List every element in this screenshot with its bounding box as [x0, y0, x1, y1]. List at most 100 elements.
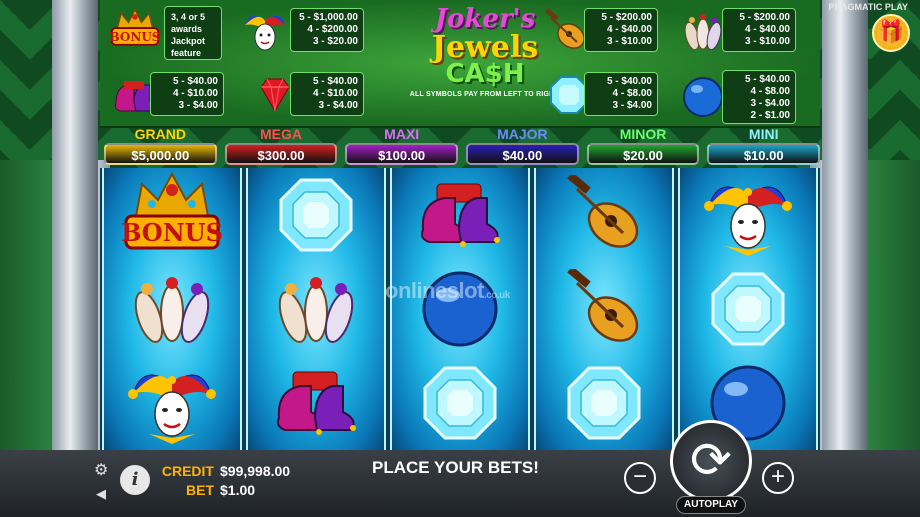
bowling-pins-paytable-icon: [678, 8, 728, 54]
bonus-text-1: 3, 4 or 5: [171, 12, 206, 22]
jackpot-value: $300.00: [224, 143, 338, 165]
left-pillar: [52, 0, 98, 460]
brand-label: PRAGMATIC PLAY: [828, 2, 908, 12]
gift-icon[interactable]: 🎁: [872, 14, 910, 52]
pins-pay-3: 3 - $10.00: [744, 36, 790, 47]
decrease-bet-button[interactable]: −: [624, 462, 656, 494]
lute-paytable-icon: [540, 8, 590, 54]
ball-pay-3: 3 - $4.00: [750, 98, 790, 109]
bowling-pins-icon: [104, 262, 240, 356]
spin-button[interactable]: ⟳: [670, 420, 752, 502]
joker-pay-5: 5 - $1,000.00: [299, 12, 358, 23]
joker-icon: [104, 356, 240, 450]
diamond-icon: [536, 356, 672, 450]
info-button[interactable]: i: [120, 465, 150, 495]
reel-1: BONUS: [102, 168, 242, 450]
jackpot-bar: GRAND $5,000.00 MEGA $300.00 MAXI $100.00 MAJO…: [104, 126, 821, 168]
autoplay-button[interactable]: AUTOPLAY: [676, 496, 746, 514]
credit-label: CREDIT: [161, 463, 214, 479]
shoes-pay-5: 5 - $40.00: [172, 76, 218, 87]
pins-paytable-box: 5 - $200.00 4 - $40.00 3 - $10.00: [722, 8, 796, 52]
lute-pay-5: 5 - $200.00: [601, 12, 652, 23]
jackpot-label: MEGA: [260, 126, 302, 142]
ruby-pay-3: 3 - $4.00: [318, 100, 358, 111]
ruby-paytable-box: 5 - $40.00 4 - $10.00 3 - $4.00: [290, 72, 364, 116]
diamond-icon: [392, 356, 528, 450]
jackpot-grand: GRAND $5,000.00: [104, 126, 217, 168]
shoes-pay-3: 3 - $4.00: [178, 100, 218, 111]
watermark-suffix: .co.uk: [483, 290, 510, 301]
joker-paytable-box: 5 - $1,000.00 4 - $200.00 3 - $20.00: [290, 8, 364, 52]
reels: BONUS: [100, 168, 820, 450]
reel-5: [678, 168, 818, 450]
svg-text:BONUS: BONUS: [122, 218, 222, 247]
diamond-pay-5: 5 - $40.00: [606, 76, 652, 87]
jackpot-value: $5,000.00: [104, 143, 217, 165]
reel-3: [390, 168, 530, 450]
pins-pay-4: 4 - $40.00: [744, 24, 790, 35]
ball-paytable-box: 5 - $40.00 4 - $8.00 3 - $4.00 2 - $1.00: [722, 70, 796, 124]
svg-text:BONUS: BONUS: [110, 30, 160, 44]
jackpot-value: $20.00: [586, 143, 700, 165]
bonus-text-2: awards: [171, 24, 203, 34]
bonus-paytable-box: 3, 4 or 5 awards Jackpot feature: [164, 6, 222, 60]
jackpot-major: MAJOR $40.00: [466, 126, 579, 168]
ball-pay-2: 2 - $1.00: [750, 110, 790, 121]
shoes-paytable-box: 5 - $40.00 4 - $10.00 3 - $4.00: [150, 72, 224, 116]
bet-label: BET: [186, 482, 214, 498]
blue-ball-paytable-icon: [678, 74, 728, 120]
pins-pay-5: 5 - $200.00: [739, 12, 790, 23]
ball-pay-5: 5 - $40.00: [744, 74, 790, 85]
lute-pay-3: 3 - $10.00: [606, 36, 652, 47]
ball-pay-4: 4 - $8.00: [750, 86, 790, 97]
right-pillar: [822, 0, 868, 460]
jackpot-value: $10.00: [707, 143, 821, 165]
status-message: PLACE YOUR BETS!: [372, 458, 539, 477]
lute-paytable-box: 5 - $200.00 4 - $40.00 3 - $10.00: [584, 8, 658, 52]
jackpot-label: MINI: [748, 126, 779, 142]
lute-pay-4: 4 - $40.00: [606, 24, 652, 35]
reel-2: [246, 168, 386, 450]
jester-shoes-icon: [248, 356, 384, 450]
lute-icon: [536, 168, 672, 262]
sound-speaker-icon[interactable]: ◀: [96, 486, 106, 502]
diamond-pay-4: 4 - $8.00: [612, 88, 652, 99]
bonus-text-4: feature: [171, 48, 202, 58]
increase-bet-button[interactable]: +: [762, 462, 794, 494]
bet-value: $1.00: [220, 482, 256, 498]
watermark-main: onlineslot: [385, 278, 484, 303]
joker-pay-4: 4 - $200.00: [307, 24, 358, 35]
jackpot-mega: MEGA $300.00: [224, 126, 338, 168]
settings-gear-icon[interactable]: ⚙: [94, 460, 108, 480]
shoes-pay-4: 4 - $10.00: [172, 88, 218, 99]
joker-pay-3: 3 - $20.00: [312, 36, 358, 47]
joker-paytable-icon: [240, 8, 290, 54]
credit-value: $99,998.00: [220, 463, 291, 479]
jackpot-value: $40.00: [466, 143, 579, 165]
lute-icon: [536, 262, 672, 356]
jackpot-value: $100.00: [345, 143, 459, 165]
diamond-icon: [248, 168, 384, 262]
jackpot-label: MINOR: [619, 126, 667, 142]
diamond-paytable-box: 5 - $40.00 4 - $8.00 3 - $4.00: [584, 72, 658, 116]
diamond-pay-3: 3 - $4.00: [612, 100, 652, 111]
bonus-crown-icon: BONUS: [110, 6, 160, 52]
diamond-icon: [680, 262, 816, 356]
jackpot-label: MAJOR: [497, 126, 548, 142]
jackpot-label: GRAND: [134, 126, 186, 142]
watermark: onlineslot.co.uk: [385, 278, 510, 304]
jackpot-label: MAXI: [384, 126, 420, 142]
blue-ball-icon: [392, 262, 528, 356]
bonus-text-3: Jackpot: [171, 36, 206, 46]
jackpot-minor: MINOR $20.00: [586, 126, 700, 168]
ruby-pay-4: 4 - $10.00: [312, 88, 358, 99]
jester-shoes-icon: [392, 168, 528, 262]
bowling-pins-icon: [248, 262, 384, 356]
bonus-crown-icon: BONUS: [104, 168, 240, 262]
jackpot-maxi: MAXI $100.00: [345, 126, 459, 168]
paytable: BONUS 3, 4 or 5 awards Jackpot feature 5…: [100, 0, 820, 128]
reel-4: [534, 168, 674, 450]
ruby-pay-5: 5 - $40.00: [312, 76, 358, 87]
joker-icon: [680, 168, 816, 262]
jackpot-mini: MINI $10.00: [707, 126, 821, 168]
